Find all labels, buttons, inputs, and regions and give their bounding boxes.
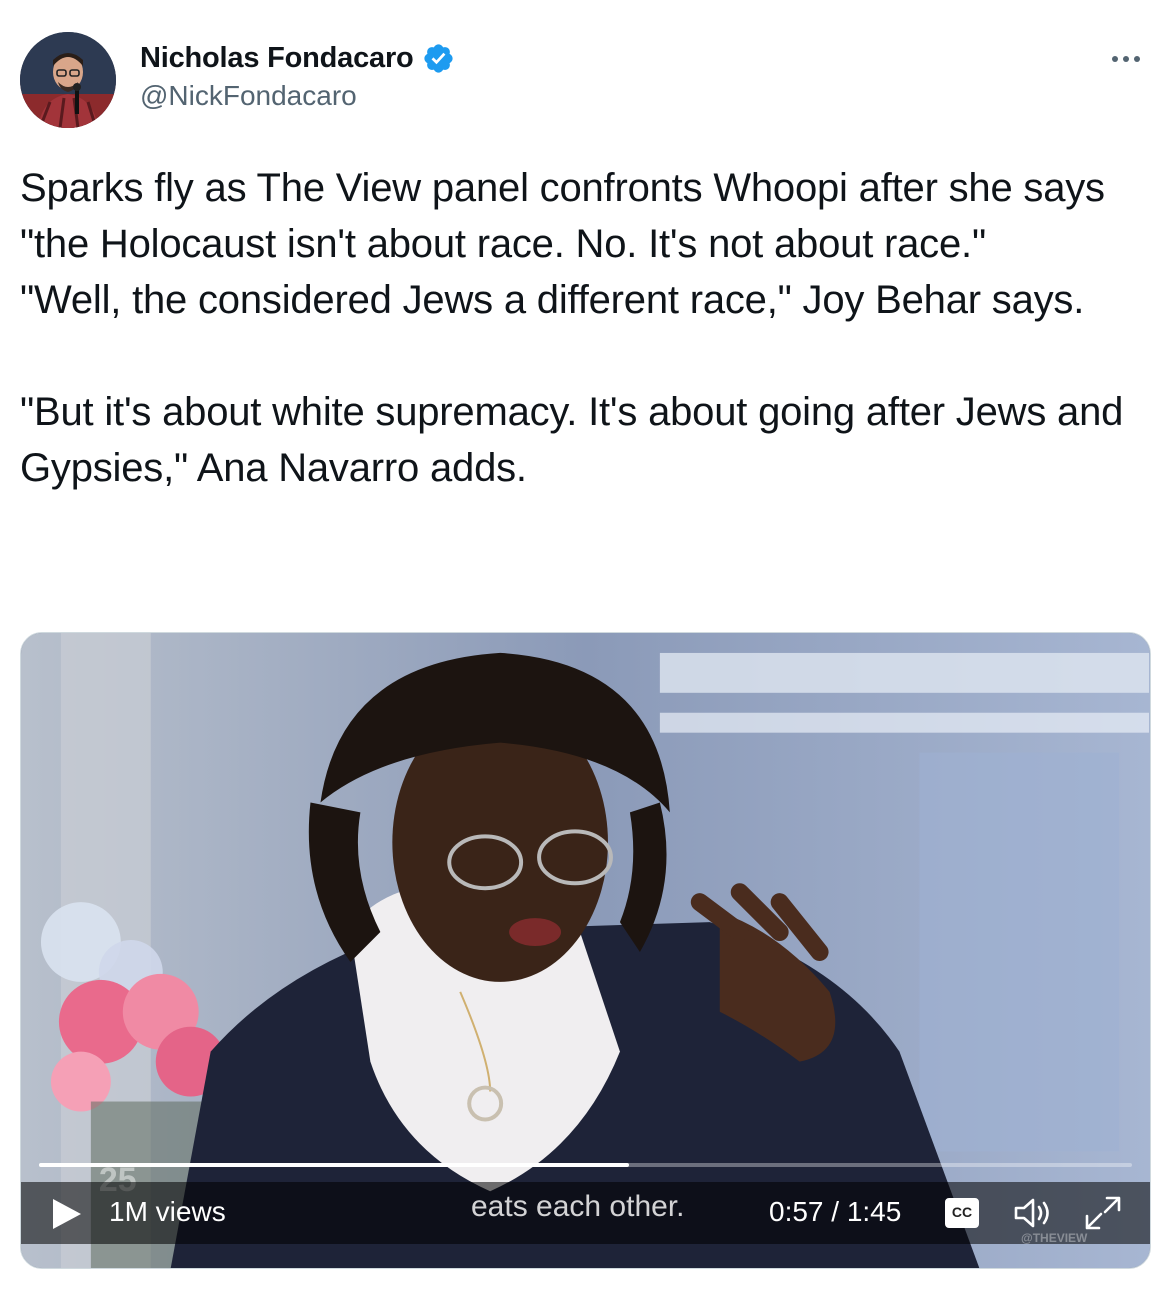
tweet-paragraph: Sparks fly as The View panel confronts W… bbox=[20, 166, 1105, 266]
author-display-name[interactable]: Nicholas Fondacaro bbox=[140, 42, 414, 75]
fullscreen-icon[interactable] bbox=[1083, 1194, 1123, 1232]
tweet-paragraph: "Well, the considered Jews a different r… bbox=[20, 278, 1085, 322]
video-time: 0:57 / 1:45 bbox=[769, 1196, 902, 1227]
tweet-text: Sparks fly as The View panel confronts W… bbox=[20, 160, 1150, 496]
avatar[interactable] bbox=[20, 32, 116, 128]
volume-icon[interactable] bbox=[1013, 1196, 1057, 1230]
video-caption: eats each other. bbox=[471, 1190, 685, 1223]
video-player[interactable]: 25 1M views eats each other. 0:57 / 1:45… bbox=[20, 632, 1151, 1269]
more-dot bbox=[1123, 56, 1129, 62]
video-frame: 25 bbox=[21, 633, 1150, 1268]
play-icon[interactable] bbox=[51, 1197, 83, 1231]
channel-watermark: @THEVIEW bbox=[1021, 1231, 1088, 1245]
more-dot bbox=[1112, 56, 1118, 62]
video-controls: 1M views eats each other. 0:57 / 1:45 CC bbox=[21, 1182, 1150, 1244]
view-count: 1M views bbox=[109, 1196, 226, 1227]
author-name-row[interactable]: Nicholas Fondacaro bbox=[140, 40, 455, 76]
closed-captions-icon[interactable]: CC bbox=[945, 1198, 979, 1228]
more-horizontal-icon[interactable] bbox=[1106, 44, 1146, 74]
author-handle[interactable]: @NickFondacaro bbox=[140, 80, 357, 112]
video-progress-bar[interactable] bbox=[39, 1163, 1132, 1167]
tweet-paragraph: "But it's about white supremacy. It's ab… bbox=[20, 390, 1124, 490]
more-dot bbox=[1134, 56, 1140, 62]
video-progress-fill bbox=[39, 1163, 630, 1167]
tweet: Nicholas Fondacaro @NickFondacaro Sparks… bbox=[0, 0, 1170, 1292]
verified-badge-icon bbox=[422, 42, 455, 75]
